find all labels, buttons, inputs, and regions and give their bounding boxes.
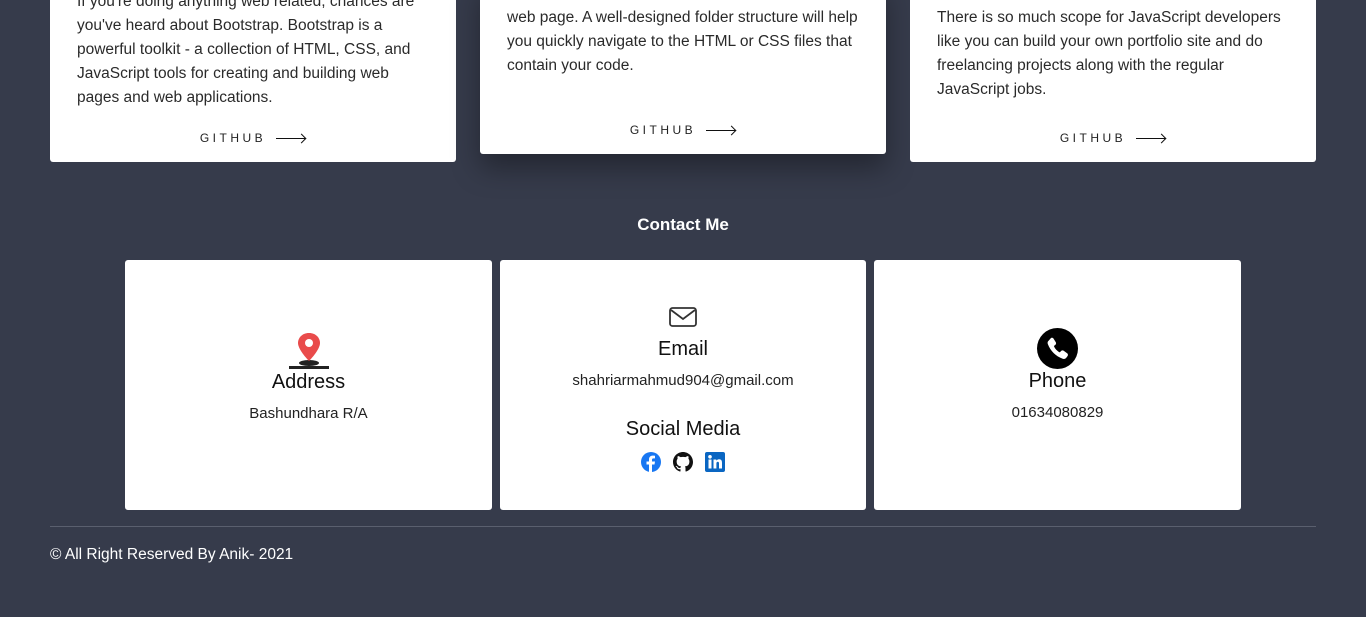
email-card: Email shahriarmahmud904@gmail.com Social… bbox=[500, 260, 866, 510]
project-card-2: web page. A well-designed folder structu… bbox=[480, 0, 886, 154]
project-description: If you're doing anything web related, ch… bbox=[77, 0, 415, 106]
project-card-1: If you're doing anything web related, ch… bbox=[50, 0, 456, 162]
arrow-right-icon bbox=[1136, 134, 1166, 144]
github-link-label: GITHUB bbox=[1059, 131, 1127, 145]
arrow-right-icon bbox=[706, 126, 736, 136]
project-description: web page. A well-designed folder structu… bbox=[507, 9, 858, 74]
github-link[interactable]: GITHUB bbox=[50, 131, 456, 145]
map-pin-icon bbox=[289, 333, 329, 369]
phone-card: Phone 01634080829 bbox=[874, 260, 1241, 510]
envelope-icon bbox=[669, 307, 697, 327]
address-value: Bashundhara R/A bbox=[249, 405, 368, 422]
social-media-heading: Social Media bbox=[625, 418, 741, 440]
copyright-text: © All Right Reserved By Anik- 2021 bbox=[50, 546, 294, 563]
email-heading: Email bbox=[657, 338, 708, 360]
github-icon[interactable] bbox=[673, 452, 693, 472]
github-link[interactable]: GITHUB bbox=[910, 131, 1316, 145]
phone-heading: Phone bbox=[1028, 370, 1087, 392]
github-link-label: GITHUB bbox=[629, 123, 697, 137]
address-heading: Address bbox=[271, 371, 346, 393]
github-link-label: GITHUB bbox=[199, 131, 267, 145]
arrow-right-icon bbox=[276, 134, 306, 144]
address-card: Address Bashundhara R/A bbox=[125, 260, 492, 510]
contact-section-title: Contact Me bbox=[637, 215, 729, 234]
phone-icon bbox=[1037, 328, 1078, 369]
footer-divider bbox=[50, 526, 1316, 527]
linkedin-icon[interactable] bbox=[705, 452, 725, 472]
phone-value[interactable]: 01634080829 bbox=[874, 404, 1241, 421]
social-links bbox=[500, 452, 866, 472]
email-value[interactable]: shahriarmahmud904@gmail.com bbox=[500, 372, 866, 389]
github-link[interactable]: GITHUB bbox=[480, 123, 886, 137]
project-description: There is so much scope for JavaScript de… bbox=[937, 9, 1281, 98]
facebook-icon[interactable] bbox=[641, 452, 661, 472]
project-card-3: There is so much scope for JavaScript de… bbox=[910, 0, 1316, 162]
